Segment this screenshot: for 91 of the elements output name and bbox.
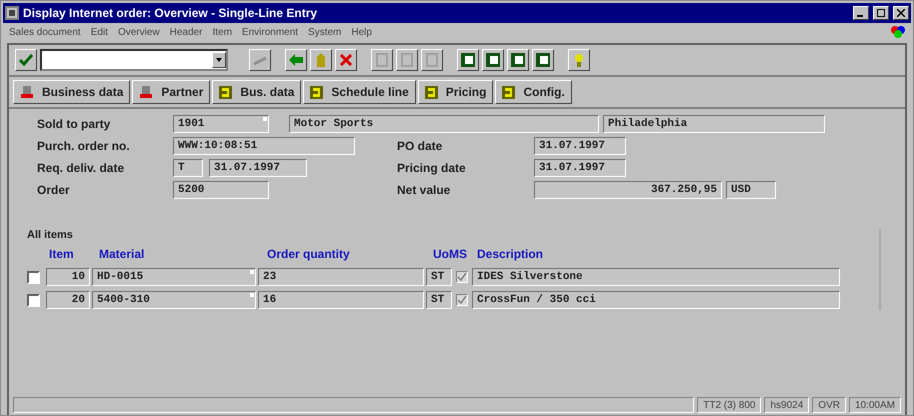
input-field[interactable]: 5200 [173, 181, 269, 199]
help-button[interactable] [568, 49, 590, 71]
section-title: All items [27, 229, 74, 241]
back-button[interactable] [285, 49, 307, 71]
input-field[interactable]: 367.250,95 [534, 181, 722, 199]
field-label: Sold to party [37, 117, 112, 131]
dropdown-icon[interactable] [216, 58, 222, 62]
input-field[interactable]: 16 [258, 291, 424, 309]
page-icon [426, 53, 438, 67]
column-header[interactable]: Order quantity [263, 247, 431, 261]
cancel-button[interactable] [335, 49, 357, 71]
display-icon [20, 86, 34, 98]
item-icon [310, 86, 324, 98]
close-button[interactable] [893, 6, 909, 20]
back-arrow-icon [289, 54, 303, 66]
input-field[interactable]: 31.07.1997 [209, 159, 307, 177]
page-icon [461, 53, 475, 67]
input-field[interactable]: 31.07.1997 [534, 137, 626, 155]
exit-button[interactable] [310, 49, 332, 71]
checkmark-icon [19, 54, 33, 66]
menu-item[interactable]: Header [170, 26, 202, 38]
status-field: OVR [812, 397, 846, 413]
field-label: Order [37, 183, 71, 197]
status-field: TT2 (3) 800 [697, 397, 762, 413]
item-icon [424, 86, 438, 98]
column-header[interactable]: Material [95, 247, 261, 261]
column-header[interactable]: Description [477, 247, 544, 261]
page-icon [536, 53, 550, 67]
input-field[interactable]: Philadelphia [603, 115, 825, 133]
item-icon [219, 86, 232, 98]
field-label: Req. deliv. date [37, 161, 126, 175]
page-icon [511, 53, 525, 67]
exit-icon [315, 53, 327, 67]
menu-item[interactable]: Environment [242, 26, 298, 38]
item-icon [502, 86, 516, 98]
display-icon [139, 86, 154, 98]
input-field[interactable]: Motor Sports [289, 115, 599, 133]
input-field[interactable]: WWW:10:08:51 [173, 137, 355, 155]
field-label: Net value [397, 183, 452, 197]
row-checkbox[interactable] [27, 270, 40, 284]
column-header[interactable]: Item [27, 247, 93, 261]
input-field[interactable]: ST [426, 291, 452, 309]
maximize-icon [877, 9, 885, 17]
field-label: Purch. order no. [37, 139, 131, 153]
input-field[interactable]: 5400-310 [92, 291, 256, 309]
menu-item[interactable]: Overview [118, 26, 160, 38]
row-checkbox[interactable] [27, 294, 40, 306]
menu-item[interactable]: Edit [90, 26, 108, 38]
status-field: hs9024 [764, 397, 810, 413]
field-label: Pricing date [397, 161, 467, 175]
table-cell[interactable]: 10 [46, 268, 90, 286]
tab-button[interactable]: Business data [13, 80, 130, 104]
input-field[interactable]: 1901 [173, 115, 269, 133]
tab-button[interactable]: Bus. data [212, 80, 302, 104]
input-field[interactable]: 23 [258, 268, 424, 286]
input-field[interactable]: CrossFun / 350 cci [472, 291, 840, 309]
menu-item[interactable]: Sales document [9, 26, 81, 38]
page-icon [401, 53, 413, 67]
command-field[interactable] [40, 49, 228, 71]
window-title: Display Internet order: Overview - Single-Line Entry [23, 6, 318, 20]
tab-button[interactable]: Schedule line [303, 80, 416, 104]
tab-button[interactable]: Config. [495, 80, 572, 104]
page-button[interactable] [532, 49, 554, 71]
page-icon [486, 53, 500, 67]
table-cell[interactable]: 20 [46, 291, 90, 309]
light-bulb-icon [574, 53, 584, 67]
page-button[interactable] [457, 49, 479, 71]
status-field: 10:00AM [848, 397, 901, 413]
input-field[interactable]: USD [726, 181, 776, 199]
input-field[interactable]: T [173, 159, 203, 177]
enter-button[interactable] [15, 49, 37, 71]
tab-button[interactable]: Partner [132, 80, 210, 104]
page-icon [376, 53, 388, 67]
column-header[interactable]: UoMS [433, 247, 475, 261]
input-field[interactable]: IDES Silverstone [472, 268, 840, 286]
menu-item[interactable]: Help [351, 26, 372, 38]
app-icon [5, 6, 19, 20]
page-button[interactable] [482, 49, 504, 71]
tab-button[interactable]: Pricing [418, 80, 494, 104]
menu-item[interactable]: System [308, 26, 342, 38]
input-field[interactable]: HD-0015 [92, 268, 256, 286]
menu-item[interactable]: Item [212, 26, 232, 38]
field-label: PO date [397, 139, 444, 153]
input-field[interactable]: ST [426, 268, 452, 286]
input-field[interactable]: 31.07.1997 [534, 159, 626, 177]
logo-icon [891, 26, 905, 38]
maximize-button[interactable] [873, 6, 889, 20]
close-icon [897, 9, 905, 17]
minimize-button[interactable] [853, 6, 869, 20]
cancel-icon [340, 54, 352, 66]
page-button[interactable] [507, 49, 529, 71]
